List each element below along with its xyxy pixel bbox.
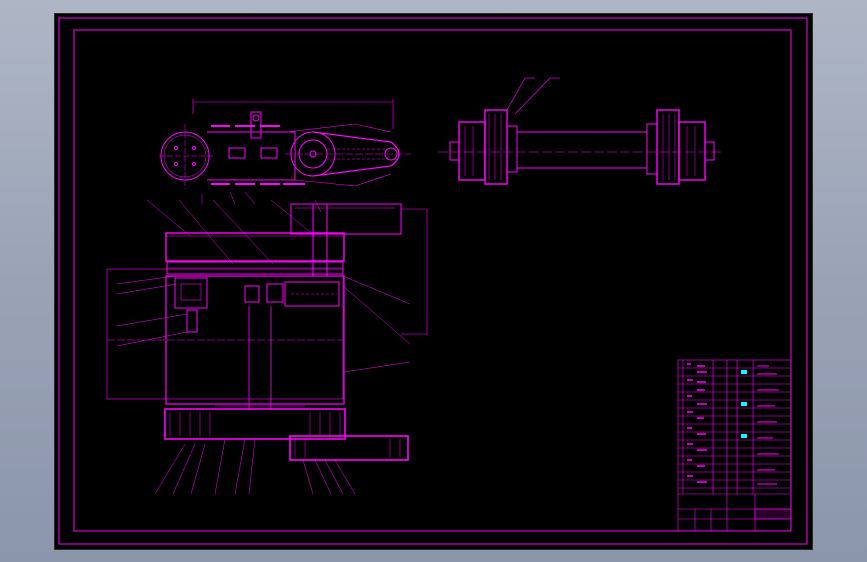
- side-view-track: [159, 99, 411, 205]
- drawing-sheet: [55, 14, 812, 549]
- front-section-view: [106, 199, 428, 495]
- outer-border: [58, 17, 808, 545]
- end-view-shaft: [438, 77, 723, 185]
- title-block: [677, 359, 792, 532]
- cad-drawing: [58, 17, 808, 545]
